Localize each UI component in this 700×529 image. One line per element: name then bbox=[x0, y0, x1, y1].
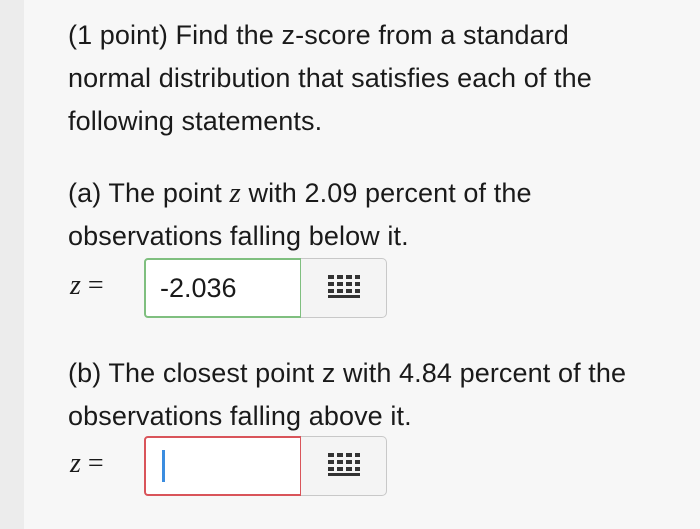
part-b-z-var: z bbox=[70, 448, 81, 479]
part-a-z-var: z bbox=[70, 270, 81, 301]
part-b-equals: = bbox=[80, 448, 111, 479]
part-a-equation-editor-button[interactable] bbox=[301, 258, 387, 318]
part-a-suffix: with 2.09 percent of the bbox=[240, 178, 532, 208]
part-a-variable: z bbox=[229, 177, 241, 209]
part-b-question: (b) The closest point z with 4.84 percen… bbox=[68, 352, 698, 438]
equation-editor-icon bbox=[328, 275, 360, 298]
part-b-z-label: z = bbox=[70, 448, 111, 480]
part-a-equals: = bbox=[80, 270, 111, 301]
intro-line-3: following statements. bbox=[68, 106, 323, 136]
part-b-line-1: (b) The closest point z with 4.84 percen… bbox=[68, 358, 627, 388]
part-a-answer-row: z = -2.036 bbox=[68, 258, 398, 320]
equation-editor-icon bbox=[328, 453, 360, 476]
part-a-z-label: z = bbox=[70, 270, 111, 302]
part-b-equation-editor-button[interactable] bbox=[301, 436, 387, 496]
problem-panel: (1 point) Find the z-score from a standa… bbox=[24, 0, 700, 529]
part-b-answer-row: z = bbox=[68, 436, 398, 498]
part-b-answer-input[interactable] bbox=[144, 436, 302, 496]
text-caret bbox=[162, 450, 165, 482]
part-a-prefix: (a) The point bbox=[68, 178, 230, 208]
part-a-question: (a) The point z with 2.09 percent of the… bbox=[68, 172, 698, 258]
part-a-line-2: observations falling below it. bbox=[68, 221, 409, 251]
intro-line-1: (1 point) Find the z-score from a standa… bbox=[68, 20, 569, 50]
problem-intro: (1 point) Find the z-score from a standa… bbox=[68, 14, 698, 143]
intro-line-2: normal distribution that satisfies each … bbox=[68, 63, 592, 93]
part-b-line-2: observations falling above it. bbox=[68, 401, 412, 431]
part-a-line-1: (a) The point z with 2.09 percent of the bbox=[68, 172, 698, 215]
part-a-answer-input[interactable]: -2.036 bbox=[144, 258, 302, 318]
